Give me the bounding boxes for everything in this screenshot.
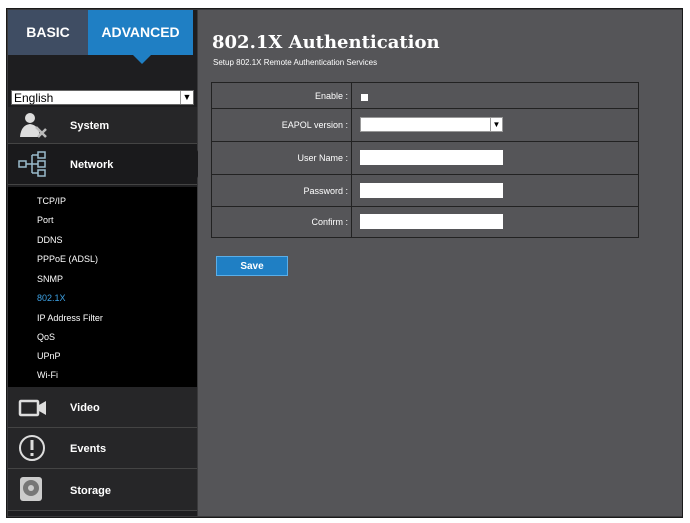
save-button[interactable]: Save — [216, 256, 288, 276]
confirm-password-input[interactable] — [360, 214, 503, 229]
row-confirm: Confirm : — [212, 207, 638, 237]
submenu-item-tcpip[interactable]: TCP/IP — [37, 196, 66, 206]
video-camera-icon — [18, 399, 46, 417]
chevron-down-icon[interactable]: ▼ — [490, 118, 502, 131]
row-eapol: EAPOL version : ▼ — [212, 109, 638, 142]
nav-video-label: Video — [70, 402, 100, 414]
submenu-item-snmp[interactable]: SNMP — [37, 274, 63, 284]
tab-basic[interactable]: BASIC — [8, 10, 88, 55]
confirm-label: Confirm : — [311, 217, 348, 227]
nav-storage-label: Storage — [70, 485, 111, 497]
column-divider — [351, 207, 352, 237]
page-subtitle: Setup 802.1X Remote Authentication Servi… — [213, 58, 378, 67]
submenu-item-pppoe[interactable]: PPPoE (ADSL) — [37, 254, 98, 264]
active-tab-pointer — [133, 55, 151, 64]
enable-checkbox[interactable] — [361, 94, 368, 101]
submenu-item-ip-filter[interactable]: IP Address Filter — [37, 313, 103, 323]
nav-events-label: Events — [70, 443, 107, 455]
nav-storage[interactable]: Storage — [8, 469, 197, 511]
submenu-item-wifi[interactable]: Wi-Fi — [37, 370, 58, 380]
password-label: Password : — [303, 186, 348, 196]
eapol-label: EAPOL version : — [281, 120, 348, 130]
sidebar: BASIC ADVANCED English ▼ System Network … — [8, 10, 205, 516]
submenu-item-8021x[interactable]: 802.1X — [37, 293, 66, 303]
tab-advanced[interactable]: ADVANCED — [88, 10, 193, 55]
row-username: User Name : — [212, 142, 638, 175]
language-select-value: English — [14, 91, 54, 105]
submenu-item-ddns[interactable]: DDNS — [37, 235, 63, 245]
nav-system[interactable]: System — [8, 107, 197, 144]
username-input[interactable] — [360, 150, 503, 165]
page-title: 802.1X Authentication — [212, 32, 440, 53]
network-submenu: TCP/IP Port DDNS PPPoE (ADSL) SNMP 802.1… — [8, 187, 197, 387]
chevron-down-icon[interactable]: ▼ — [180, 91, 193, 104]
admin-user-icon — [20, 113, 47, 138]
eapol-version-select[interactable]: ▼ — [360, 117, 503, 132]
submenu-item-upnp[interactable]: UPnP — [37, 351, 61, 361]
settings-form: Enable : EAPOL version : ▼ User Name : P… — [211, 82, 639, 238]
app-frame: BASIC ADVANCED English ▼ System Network … — [6, 8, 683, 518]
column-divider — [351, 83, 352, 108]
submenu-item-port[interactable]: Port — [37, 215, 54, 225]
nav-system-label: System — [70, 120, 110, 132]
column-divider — [351, 175, 352, 206]
main-panel: 802.1X Authentication Setup 802.1X Remot… — [198, 10, 682, 516]
nav-network-label: Network — [70, 159, 114, 171]
row-enable: Enable : — [212, 83, 638, 109]
username-label: User Name : — [297, 153, 348, 163]
enable-label: Enable : — [314, 91, 348, 101]
mode-tabs: BASIC ADVANCED — [8, 10, 197, 70]
nav-video[interactable]: Video — [8, 387, 197, 428]
network-icon — [18, 151, 46, 177]
nav-network[interactable]: Network — [8, 144, 205, 185]
disk-storage-icon — [20, 477, 42, 501]
column-divider — [351, 109, 352, 141]
language-select[interactable]: English ▼ — [11, 90, 194, 105]
nav-events[interactable]: Events — [8, 428, 197, 469]
column-divider — [351, 142, 352, 174]
submenu-item-qos[interactable]: QoS — [37, 332, 55, 342]
row-password: Password : — [212, 175, 638, 207]
alert-icon — [19, 435, 45, 461]
password-input[interactable] — [360, 183, 503, 198]
